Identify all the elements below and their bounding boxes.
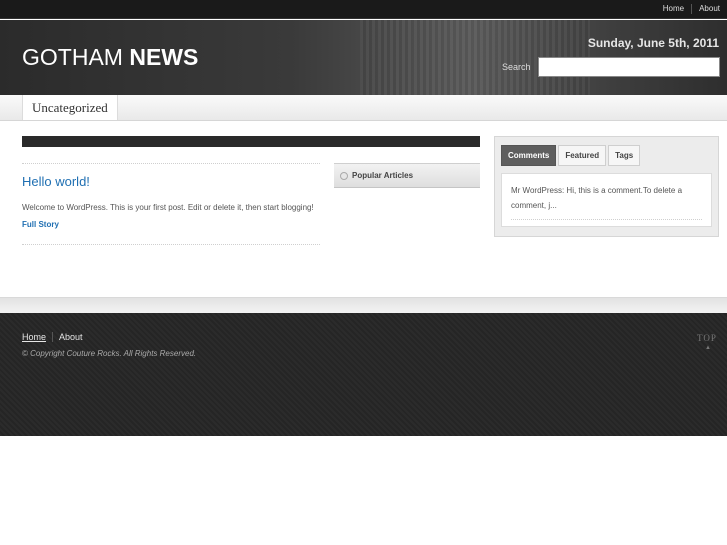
footer-about-link[interactable]: About [59, 332, 83, 342]
tab-featured[interactable]: Featured [558, 145, 607, 166]
tab-panel-comments: Mr WordPress: Hi, this is a comment.To d… [501, 173, 712, 227]
tab-comments[interactable]: Comments [501, 145, 557, 166]
top-nav-home-link[interactable]: Home [663, 4, 684, 14]
popular-articles-icon [340, 172, 348, 180]
recent-comment-link[interactable]: Mr WordPress: Hi, this is a comment.To d… [511, 183, 702, 220]
logo-text-light: GOTHAM [22, 44, 123, 70]
popular-articles-label: Popular Articles [352, 171, 414, 180]
category-uncategorized[interactable]: Uncategorized [22, 95, 118, 120]
full-story-link[interactable]: Full Story [22, 220, 59, 229]
copyright-text: © Copyright Couture Rocks. All Rights Re… [22, 349, 197, 358]
post-title-link[interactable]: Hello world! [22, 174, 320, 189]
sidebar-tab-list: Comments Featured Tags [501, 145, 642, 166]
search-label: Search [502, 62, 531, 72]
footer-divider [0, 297, 727, 313]
search-input[interactable] [538, 57, 720, 77]
sidebar-tabs-widget: Comments Featured Tags Mr WordPress: Hi,… [494, 136, 719, 237]
post-excerpt-text: Welcome to WordPress. This is your first… [22, 203, 314, 212]
tab-tags[interactable]: Tags [608, 145, 641, 166]
top-nav: Home About [663, 4, 720, 14]
category-bar: Uncategorized [0, 95, 727, 121]
top-bar: Home About [0, 0, 727, 19]
back-to-top-link[interactable]: TOP [697, 333, 717, 343]
featured-slider-bar [22, 136, 480, 147]
site-logo[interactable]: GOTHAM NEWS [22, 44, 198, 71]
site-footer: Home About © Copyright Couture Rocks. Al… [0, 313, 727, 436]
back-to-top-arrow-icon: ▲ [705, 345, 711, 351]
top-nav-divider [691, 4, 693, 14]
footer-nav: Home About [22, 332, 83, 342]
logo-text-bold: NEWS [129, 44, 199, 70]
post-excerpt: Welcome to WordPress. This is your first… [22, 199, 320, 233]
footer-home-link[interactable]: Home [22, 332, 46, 342]
top-nav-about-link[interactable]: About [699, 4, 720, 14]
current-date: Sunday, June 5th, 2011 [587, 36, 719, 50]
footer-nav-divider [52, 332, 54, 342]
post-item: Hello world! Welcome to WordPress. This … [22, 163, 320, 245]
popular-articles-header: Popular Articles [334, 163, 480, 188]
site-header: GOTHAM NEWS Sunday, June 5th, 2011 Searc… [0, 20, 727, 95]
